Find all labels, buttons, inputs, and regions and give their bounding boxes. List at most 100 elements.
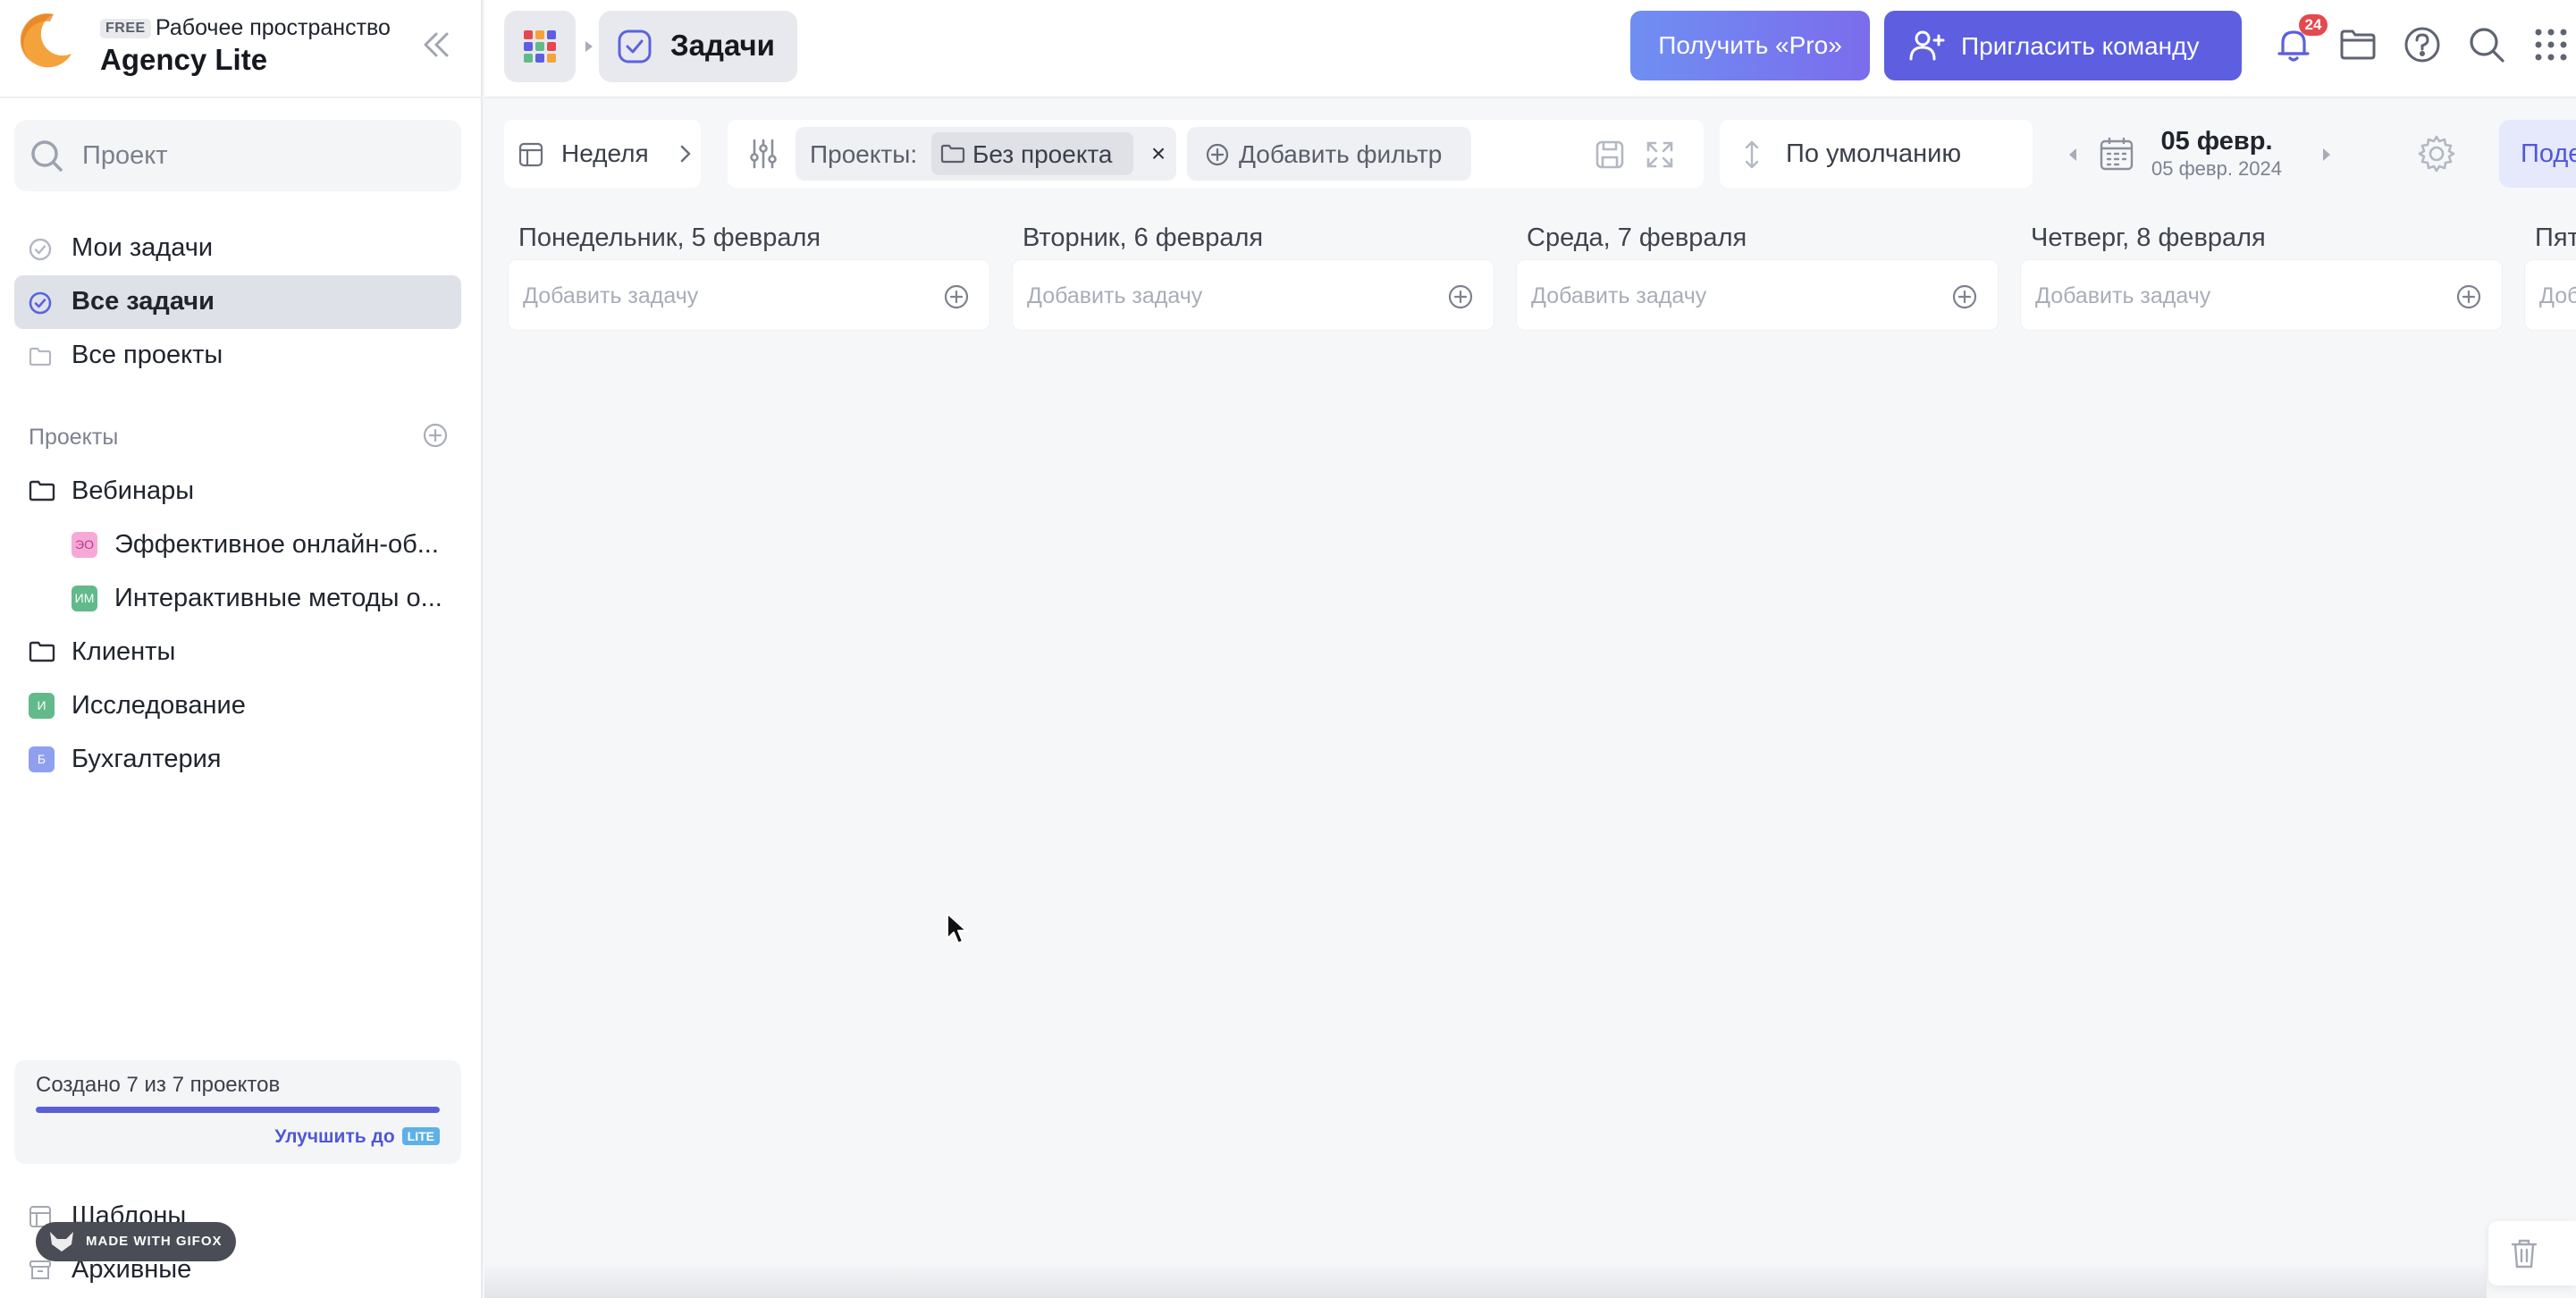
sort-label: По умолчанию xyxy=(1786,139,1962,168)
quota-progress-fill xyxy=(36,1107,440,1113)
add-filter-button[interactable]: Добавить фильтр xyxy=(1187,127,1471,181)
next-week-icon[interactable] xyxy=(2320,147,2333,163)
nav-all-tasks[interactable]: Все задачи xyxy=(14,275,461,329)
invite-team-button[interactable]: Пригласить команду xyxy=(1884,11,2242,80)
project-label: Бухгалтерия xyxy=(72,745,222,773)
day-column-title: Вторник, 6 февраля xyxy=(1023,223,1264,252)
previous-week-icon[interactable] xyxy=(2067,147,2079,163)
nav-all-projects[interactable]: Все проекты xyxy=(14,329,461,383)
view-selector[interactable]: Неделя xyxy=(504,120,701,188)
tasks-toolbar: Неделя Проекты: Без проекта × Добавить ф… xyxy=(484,100,2576,207)
page-title-tab[interactable]: Задачи xyxy=(599,11,797,82)
projects-section-title: Проекты xyxy=(29,425,119,450)
plus-circle-icon[interactable] xyxy=(1951,283,1978,310)
search-icon[interactable] xyxy=(2467,25,2506,64)
nav-label: Мои задачи xyxy=(72,233,214,262)
remove-filter-icon[interactable]: × xyxy=(1146,141,1171,166)
add-filter-label: Добавить фильтр xyxy=(1239,140,1443,168)
project-label: Эффективное онлайн-об... xyxy=(114,530,439,559)
add-task-field[interactable] xyxy=(508,259,990,332)
fox-icon xyxy=(50,1232,73,1252)
plan-badge: FREE xyxy=(100,19,151,38)
plus-circle-icon[interactable] xyxy=(2455,283,2482,310)
day-column-title: Понедельник, 5 февраля xyxy=(518,223,821,252)
upgrade-link[interactable]: Улучшить до LITE xyxy=(274,1126,440,1148)
save-filter-icon[interactable] xyxy=(1595,139,1625,170)
project-accounting[interactable]: Б Бухгалтерия xyxy=(29,735,458,783)
add-task-field[interactable] xyxy=(1012,259,1494,332)
project-label: Вебинары xyxy=(72,476,195,505)
week-board: Понедельник, 5 февраля Вторник, 6 феврал… xyxy=(484,207,2576,1298)
add-task-input[interactable] xyxy=(523,260,916,332)
filter-sliders-icon[interactable] xyxy=(747,138,779,170)
filter-chip-projects[interactable]: Проекты: Без проекта × xyxy=(796,127,1176,181)
project-tag: Б xyxy=(29,746,55,772)
filter-bar: Проекты: Без проекта × Добавить фильтр xyxy=(728,120,1704,188)
top-bar: Задачи Получить «Pro» Пригласить команду… xyxy=(484,0,2576,98)
more-apps-icon[interactable] xyxy=(2531,25,2571,64)
add-task-input[interactable] xyxy=(1027,260,1420,332)
archive-icon xyxy=(29,1260,51,1279)
add-project-icon[interactable] xyxy=(422,422,449,449)
trash-panel[interactable] xyxy=(2488,1221,2576,1285)
sort-selector[interactable]: По умолчанию xyxy=(1720,120,2033,188)
plus-circle-icon[interactable] xyxy=(1447,283,1474,310)
current-date-full: 05 февр. 2024 xyxy=(2151,157,2282,180)
project-folder-clients[interactable]: Клиенты xyxy=(29,628,458,676)
add-task-field[interactable] xyxy=(2524,259,2576,332)
folder-icon[interactable] xyxy=(2338,25,2378,64)
upgrade-label: Улучшить до xyxy=(274,1126,395,1147)
project-effective-online[interactable]: ЭО Эффективное онлайн-об... xyxy=(72,520,465,569)
project-search-input[interactable] xyxy=(82,120,449,191)
workspace-name: Agency Lite xyxy=(100,43,268,76)
help-icon[interactable] xyxy=(2403,25,2442,64)
view-label: Неделя xyxy=(561,139,649,167)
project-folder-webinars[interactable]: Вебинары xyxy=(29,467,458,515)
nav-my-tasks[interactable]: Мои задачи xyxy=(14,222,461,275)
get-pro-button[interactable]: Получить «Pro» xyxy=(1630,11,1870,80)
filter-value[interactable]: Без проекта xyxy=(931,132,1133,175)
project-search[interactable] xyxy=(14,120,461,191)
project-interactive-methods[interactable]: ИМ Интерактивные методы о... xyxy=(72,574,465,622)
share-label: Поделиться xyxy=(2521,139,2576,168)
filter-key: Проекты: xyxy=(810,140,918,168)
folder-icon xyxy=(29,480,55,502)
date-navigator: 05 февр. 05 февр. 2024 xyxy=(2067,120,2424,188)
add-task-input[interactable] xyxy=(2539,260,2576,332)
collapse-sidebar-icon[interactable] xyxy=(420,29,452,61)
lite-badge: LITE xyxy=(401,1127,440,1145)
project-quota-card: Создано 7 из 7 проектов Улучшить до LITE xyxy=(14,1060,461,1164)
apps-menu-button[interactable] xyxy=(504,11,576,82)
add-task-field[interactable] xyxy=(1516,259,1999,332)
day-column-title: Четверг, 8 февраля xyxy=(2031,223,2266,252)
add-task-input[interactable] xyxy=(2035,260,2429,332)
workspace-header[interactable]: FREE Рабочее пространство Agency Lite xyxy=(0,0,483,98)
nav-label: Все проекты xyxy=(72,341,223,369)
project-label: Исследование xyxy=(72,691,246,720)
project-research[interactable]: И Исследование xyxy=(29,681,458,729)
notification-count-badge: 24 xyxy=(2299,14,2328,36)
trash-icon xyxy=(2511,1239,2538,1268)
moon-logo-icon xyxy=(20,13,72,68)
day-column-title: Среда, 7 февраля xyxy=(1527,223,1747,252)
task-check-icon xyxy=(618,30,652,63)
expand-icon[interactable] xyxy=(1645,139,1675,170)
mouse-cursor-icon xyxy=(947,913,967,944)
project-tag: И xyxy=(29,693,55,719)
filter-value-label: Без проекта xyxy=(972,140,1113,168)
nav-label: Все задачи xyxy=(72,287,215,316)
day-column-title: Пятница, 9 февраля xyxy=(2535,223,2576,252)
apps-grid-icon xyxy=(524,30,556,63)
check-circle-icon xyxy=(29,238,52,261)
current-date[interactable]: 05 февр. xyxy=(2145,127,2288,156)
gear-icon[interactable] xyxy=(2417,134,2456,173)
share-button[interactable]: Поделиться xyxy=(2499,120,2576,188)
page-title: Задачи xyxy=(670,29,775,62)
add-task-field[interactable] xyxy=(2020,259,2503,332)
add-task-input[interactable] xyxy=(1531,260,1924,332)
chevron-right-icon xyxy=(680,145,691,163)
check-circle-icon xyxy=(29,291,52,315)
plus-circle-icon[interactable] xyxy=(943,283,970,310)
calendar-icon[interactable] xyxy=(2099,136,2134,172)
project-label: Клиенты xyxy=(72,637,176,666)
